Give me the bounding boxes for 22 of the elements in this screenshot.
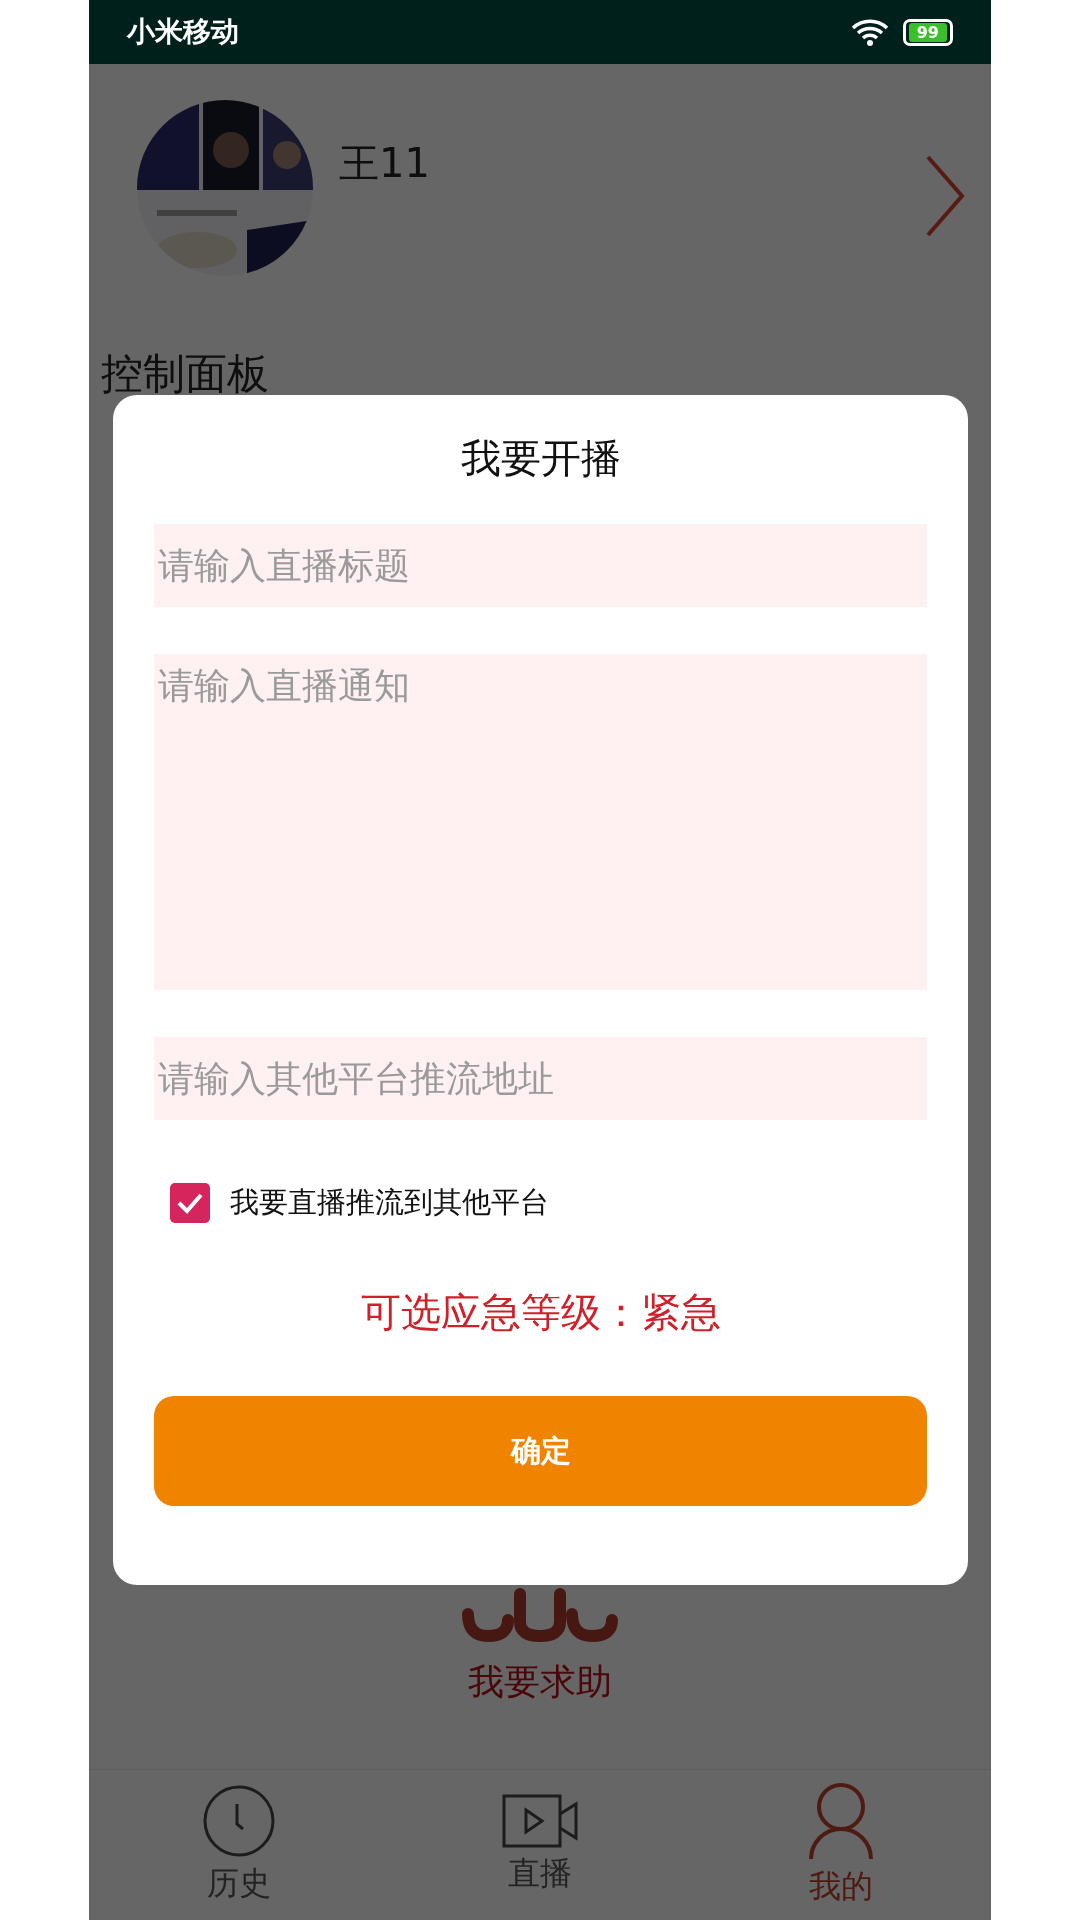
emergency-level-text: 可选应急等级：紧急 xyxy=(360,1288,721,1337)
tab[interactable]: 直播 xyxy=(389,1770,691,1920)
battery-icon: 99 xyxy=(902,18,953,46)
carrier-name: 小米移动 xyxy=(127,14,239,50)
video-camera-icon xyxy=(502,1794,578,1848)
checkmark-icon xyxy=(176,1192,204,1214)
clock-icon xyxy=(202,1784,277,1858)
section-title: 控制面板 xyxy=(100,348,270,400)
wifi-icon xyxy=(850,18,889,46)
user-name: 王11 xyxy=(339,139,431,188)
chevron-right-icon[interactable] xyxy=(925,154,965,238)
input-field[interactable]: 请输入直播标题 xyxy=(154,524,927,607)
help-label[interactable]: 我要求助 xyxy=(468,1658,612,1707)
input-field[interactable]: 请输入其他平台推流地址 xyxy=(154,1037,927,1120)
checkbox-label: 我要直播推流到其他平台 xyxy=(230,1184,549,1221)
notice-field[interactable]: 请输入直播通知 xyxy=(154,654,927,990)
confirm-button[interactable]: 确定 xyxy=(154,1396,927,1506)
checkbox[interactable] xyxy=(170,1183,210,1223)
user-icon xyxy=(807,1781,874,1861)
tab[interactable]: 历史 xyxy=(89,1770,390,1920)
tab[interactable]: 我的 xyxy=(690,1770,991,1920)
dialog-title: 我要开播 xyxy=(460,434,621,483)
